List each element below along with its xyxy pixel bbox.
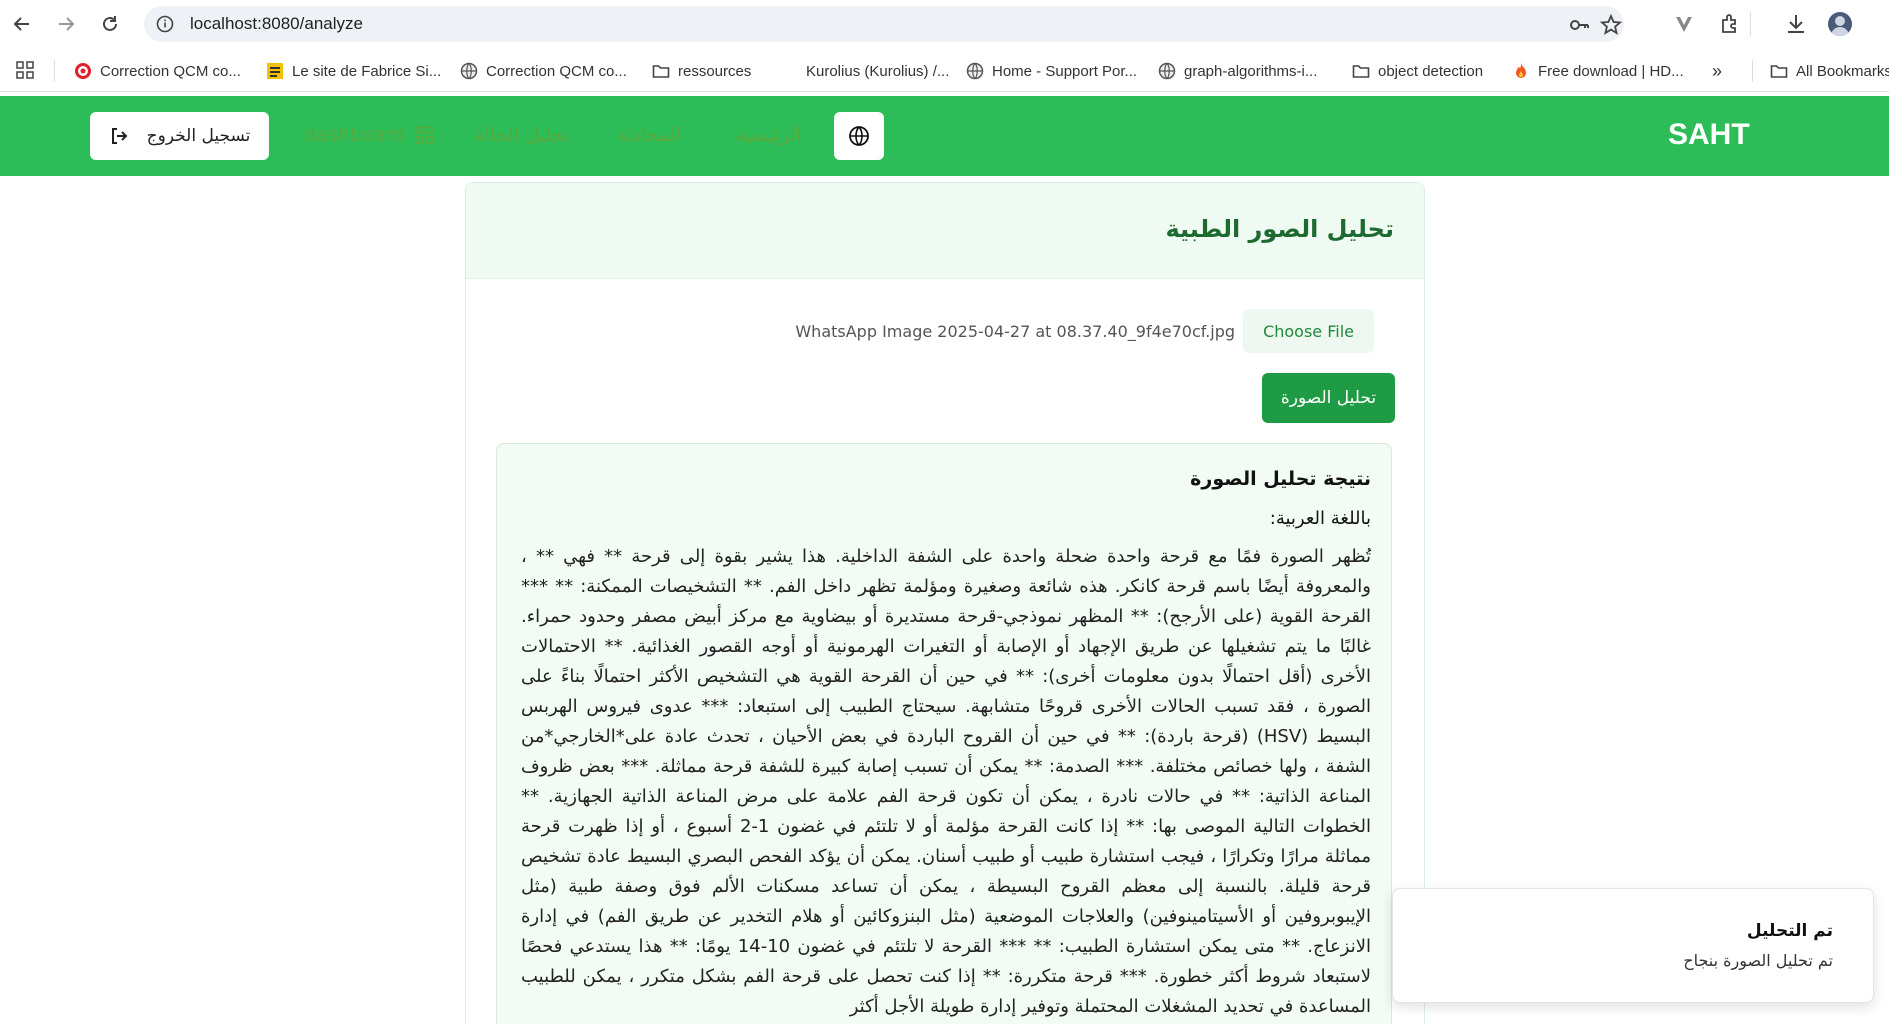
toast-title: تم التحليل [1746, 921, 1833, 941]
globe-icon [460, 62, 478, 80]
globe-icon [966, 62, 984, 80]
bookmark-label: Correction QCM co... [100, 62, 241, 80]
analysis-result: نتيجة تحليل الصورة باللغة العربية: تُظهر… [496, 443, 1392, 1024]
logout-button[interactable]: تسجيل الخروج [90, 112, 269, 160]
analyze-image-button[interactable]: تحليل الصورة [1262, 373, 1395, 423]
apps-grid-icon[interactable] [16, 61, 34, 79]
download-icon[interactable] [1784, 12, 1808, 36]
back-button[interactable] [8, 10, 36, 38]
back-arrow-icon [13, 17, 29, 31]
card-header: تحليل الصور الطبية [466, 183, 1424, 279]
forward-arrow-icon [59, 17, 75, 31]
more-bookmarks-button[interactable]: » [1712, 60, 1722, 82]
url-text[interactable]: localhost:8080/analyze [190, 14, 363, 34]
bookmark-item[interactable]: ressources [652, 60, 751, 82]
forward-button[interactable] [52, 10, 80, 38]
more-chevron-icon: » [1712, 60, 1723, 81]
brand-logo[interactable]: SAHT [1668, 118, 1750, 152]
bookmark-label: object detection [1378, 62, 1484, 80]
bookmark-item[interactable]: Correction QCM co... [74, 60, 241, 82]
language-button[interactable] [834, 112, 884, 160]
nav-home[interactable]: الرئيسية [736, 124, 801, 146]
profile-avatar[interactable] [1828, 12, 1852, 36]
extension-v-icon[interactable] [1672, 12, 1696, 36]
nav-chat[interactable]: المحادثة [617, 124, 681, 146]
bookmarks-divider [54, 60, 55, 82]
logout-icon [111, 128, 128, 144]
bookmark-item[interactable]: Correction QCM co... [460, 60, 627, 82]
password-key-icon[interactable] [1568, 14, 1590, 36]
page-title: تحليل الصور الطبية [1165, 215, 1394, 243]
bookmark-item[interactable]: graph-algorithms-i... [1158, 60, 1317, 82]
file-input[interactable]: WhatsApp Image 2025-04-27 at 08.37.40_9f… [795, 309, 1374, 353]
site-info-icon[interactable] [156, 15, 174, 33]
bookmark-label: Kurolius (Kurolius) /... [806, 62, 950, 80]
logout-label: تسجيل الخروج [146, 126, 251, 146]
extensions-puzzle-icon[interactable] [1718, 12, 1742, 36]
target-icon [75, 63, 91, 79]
bookmark-star-icon[interactable] [1600, 14, 1622, 36]
bookmark-label: Le site de Fabrice Si... [292, 62, 442, 80]
choose-file-button[interactable]: Choose File [1243, 309, 1374, 353]
bookmark-label: Correction QCM co... [486, 62, 627, 80]
bookmarks-divider [1752, 60, 1753, 82]
globe-icon [1158, 62, 1176, 80]
browser-toolbar: localhost:8080/analyze [0, 0, 1889, 48]
flame-icon [1516, 63, 1526, 78]
bookmark-label: All Bookmarks [1796, 62, 1889, 80]
folder-icon [1352, 65, 1370, 78]
bookmark-label: Free download | HD... [1538, 62, 1684, 80]
reload-icon [103, 16, 117, 31]
toast-notification[interactable]: تم التحليل تم تحليل الصورة بنجاح [1392, 888, 1874, 1003]
toolbar-divider [1750, 12, 1751, 36]
folder-icon [1770, 65, 1788, 78]
avatar-body [1831, 27, 1849, 36]
bookmarks-bar: Correction QCM co... Le site de Fabrice … [0, 48, 1889, 92]
nav-dashboard[interactable]: dashboard [304, 124, 433, 146]
bookmark-label: Home - Support Por... [992, 62, 1138, 80]
folder-icon [652, 65, 670, 78]
bookmark-item[interactable]: Free download | HD... [1512, 60, 1684, 82]
bookmark-item[interactable]: Home - Support Por... [966, 60, 1137, 82]
toast-description: تم تحليل الصورة بنجاح [1683, 951, 1833, 970]
result-language-label: باللغة العربية: [1269, 508, 1371, 529]
dashboard-grid-icon [414, 126, 433, 144]
all-bookmarks-item[interactable]: All Bookmarks [1770, 60, 1889, 82]
avatar-head [1835, 16, 1845, 26]
address-bar[interactable]: localhost:8080/analyze [144, 6, 1624, 42]
app-header: تسجيل الخروج dashboard تحليل الحالة المح… [0, 96, 1889, 176]
nav-case-analysis[interactable]: تحليل الحالة [474, 124, 569, 146]
bookmark-item[interactable]: Kurolius (Kurolius) /... [806, 60, 949, 82]
site-icon [267, 63, 283, 79]
bookmark-label: ressources [678, 62, 752, 80]
bookmark-item[interactable]: Le site de Fabrice Si... [266, 60, 441, 82]
reload-button[interactable] [96, 10, 124, 38]
result-title: نتيجة تحليل الصورة [1190, 468, 1371, 490]
globe-icon [849, 126, 869, 146]
selected-file-name: WhatsApp Image 2025-04-27 at 08.37.40_9f… [795, 321, 1236, 341]
image-analysis-card: تحليل الصور الطبية WhatsApp Image 2025-0… [465, 182, 1425, 1024]
result-text: تُظهر الصورة فمًا مع قرحة واحدة ضحلة واح… [521, 546, 1371, 1017]
nav-dashboard-label: dashboard [304, 124, 405, 146]
bookmark-item[interactable]: object detection [1352, 60, 1483, 82]
bookmark-label: graph-algorithms-i... [1184, 62, 1318, 80]
